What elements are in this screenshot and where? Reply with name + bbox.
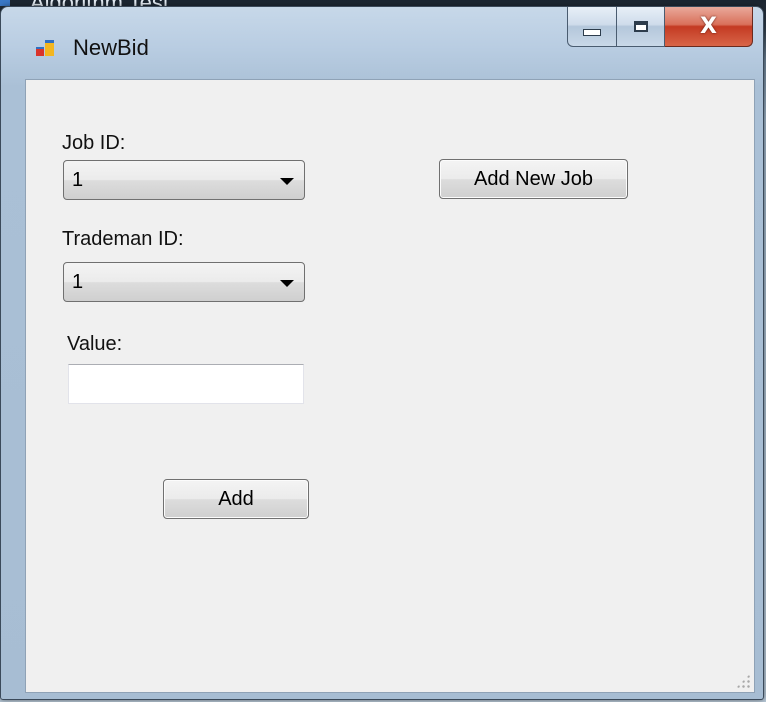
chevron-down-icon [280,178,294,185]
job-id-dropdown[interactable]: 1 [63,160,305,200]
window-title: NewBid [73,35,149,60]
minimize-icon [583,29,601,36]
value-input[interactable] [68,364,304,404]
chevron-down-icon [280,280,294,287]
resize-grip[interactable] [736,674,750,688]
newbid-window: NewBid X Job ID: 1 Trademan ID: 1 Value:… [0,6,764,700]
minimize-button[interactable] [567,7,617,47]
trademan-id-dropdown[interactable]: 1 [63,262,305,302]
form-client-area: Job ID: 1 Trademan ID: 1 Value: Add Add … [25,79,755,693]
job-id-selected-value: 1 [72,169,84,191]
app-form-icon [36,40,54,56]
trademan-id-selected-value: 1 [72,271,84,293]
close-icon: X [700,14,717,39]
caption-buttons: X [567,7,753,49]
add-button[interactable]: Add [163,479,309,519]
add-new-job-button[interactable]: Add New Job [439,159,628,199]
value-label: Value: [67,333,123,355]
close-button[interactable]: X [665,7,753,47]
title-bar[interactable]: NewBid X [1,7,763,79]
trademan-id-label: Trademan ID: [62,228,184,250]
job-id-label: Job ID: [62,132,126,154]
maximize-button[interactable] [617,7,665,47]
maximize-icon [633,21,648,32]
